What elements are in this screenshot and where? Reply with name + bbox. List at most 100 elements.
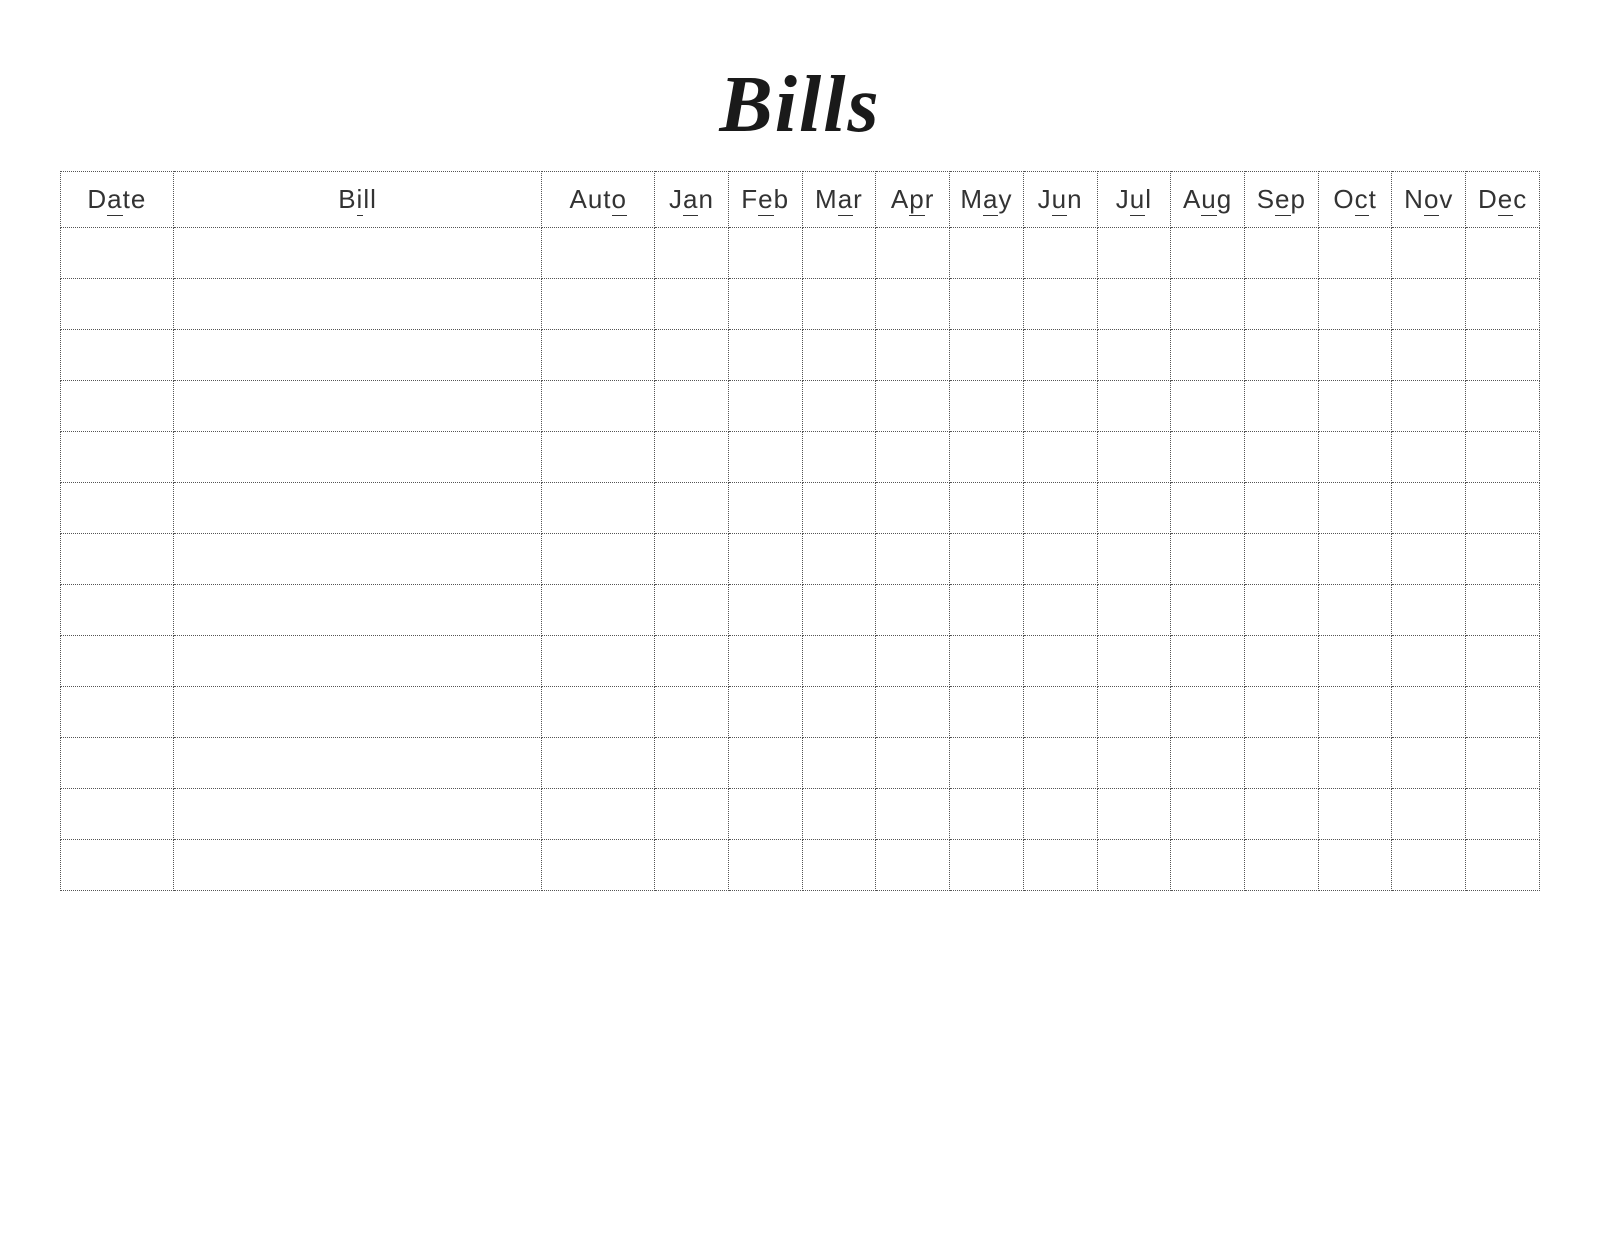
cell[interactable] xyxy=(1171,789,1245,840)
cell[interactable] xyxy=(1097,228,1171,279)
cell[interactable] xyxy=(876,432,950,483)
cell[interactable] xyxy=(1097,840,1171,891)
cell[interactable] xyxy=(655,840,729,891)
cell[interactable] xyxy=(655,585,729,636)
cell[interactable] xyxy=(728,483,802,534)
cell[interactable] xyxy=(542,228,655,279)
cell[interactable] xyxy=(950,534,1024,585)
cell[interactable] xyxy=(1023,585,1097,636)
cell[interactable] xyxy=(173,381,542,432)
cell[interactable] xyxy=(61,789,174,840)
cell[interactable] xyxy=(1023,789,1097,840)
cell[interactable] xyxy=(1244,687,1318,738)
cell[interactable] xyxy=(61,840,174,891)
cell[interactable] xyxy=(876,789,950,840)
cell[interactable] xyxy=(1097,789,1171,840)
cell[interactable] xyxy=(728,840,802,891)
cell[interactable] xyxy=(542,687,655,738)
cell[interactable] xyxy=(1392,534,1466,585)
cell[interactable] xyxy=(950,636,1024,687)
cell[interactable] xyxy=(1466,789,1540,840)
cell[interactable] xyxy=(1392,636,1466,687)
cell[interactable] xyxy=(728,228,802,279)
cell[interactable] xyxy=(542,279,655,330)
cell[interactable] xyxy=(1466,534,1540,585)
cell[interactable] xyxy=(655,228,729,279)
cell[interactable] xyxy=(876,636,950,687)
cell[interactable] xyxy=(173,228,542,279)
cell[interactable] xyxy=(728,636,802,687)
cell[interactable] xyxy=(1023,840,1097,891)
cell[interactable] xyxy=(950,483,1024,534)
cell[interactable] xyxy=(542,534,655,585)
cell[interactable] xyxy=(1466,687,1540,738)
cell[interactable] xyxy=(802,534,876,585)
cell[interactable] xyxy=(1466,330,1540,381)
cell[interactable] xyxy=(1466,228,1540,279)
cell[interactable] xyxy=(1171,432,1245,483)
cell[interactable] xyxy=(1171,687,1245,738)
cell[interactable] xyxy=(728,330,802,381)
cell[interactable] xyxy=(173,483,542,534)
cell[interactable] xyxy=(173,330,542,381)
cell[interactable] xyxy=(1097,330,1171,381)
cell[interactable] xyxy=(802,381,876,432)
cell[interactable] xyxy=(728,585,802,636)
cell[interactable] xyxy=(173,840,542,891)
cell[interactable] xyxy=(173,789,542,840)
cell[interactable] xyxy=(728,534,802,585)
cell[interactable] xyxy=(655,738,729,789)
cell[interactable] xyxy=(1097,279,1171,330)
cell[interactable] xyxy=(1244,330,1318,381)
cell[interactable] xyxy=(728,432,802,483)
cell[interactable] xyxy=(876,534,950,585)
cell[interactable] xyxy=(1244,840,1318,891)
cell[interactable] xyxy=(802,432,876,483)
cell[interactable] xyxy=(1097,636,1171,687)
cell[interactable] xyxy=(173,738,542,789)
cell[interactable] xyxy=(1392,330,1466,381)
cell[interactable] xyxy=(655,789,729,840)
cell[interactable] xyxy=(802,789,876,840)
cell[interactable] xyxy=(802,585,876,636)
cell[interactable] xyxy=(1023,381,1097,432)
cell[interactable] xyxy=(1023,534,1097,585)
cell[interactable] xyxy=(1023,279,1097,330)
cell[interactable] xyxy=(728,738,802,789)
cell[interactable] xyxy=(1244,432,1318,483)
cell[interactable] xyxy=(1318,228,1392,279)
cell[interactable] xyxy=(655,483,729,534)
cell[interactable] xyxy=(655,279,729,330)
cell[interactable] xyxy=(61,585,174,636)
cell[interactable] xyxy=(1244,789,1318,840)
cell[interactable] xyxy=(1466,738,1540,789)
cell[interactable] xyxy=(1318,636,1392,687)
cell[interactable] xyxy=(173,636,542,687)
cell[interactable] xyxy=(1023,228,1097,279)
cell[interactable] xyxy=(876,687,950,738)
cell[interactable] xyxy=(655,636,729,687)
cell[interactable] xyxy=(1466,279,1540,330)
cell[interactable] xyxy=(802,279,876,330)
cell[interactable] xyxy=(1318,789,1392,840)
cell[interactable] xyxy=(1023,636,1097,687)
cell[interactable] xyxy=(542,432,655,483)
cell[interactable] xyxy=(1023,483,1097,534)
cell[interactable] xyxy=(1466,585,1540,636)
cell[interactable] xyxy=(1171,585,1245,636)
cell[interactable] xyxy=(1318,840,1392,891)
cell[interactable] xyxy=(728,381,802,432)
cell[interactable] xyxy=(1466,432,1540,483)
cell[interactable] xyxy=(1318,330,1392,381)
cell[interactable] xyxy=(1244,279,1318,330)
cell[interactable] xyxy=(876,381,950,432)
cell[interactable] xyxy=(1244,381,1318,432)
cell[interactable] xyxy=(1392,738,1466,789)
cell[interactable] xyxy=(876,738,950,789)
cell[interactable] xyxy=(61,534,174,585)
cell[interactable] xyxy=(802,840,876,891)
cell[interactable] xyxy=(1318,279,1392,330)
cell[interactable] xyxy=(728,279,802,330)
cell[interactable] xyxy=(1171,840,1245,891)
cell[interactable] xyxy=(950,228,1024,279)
